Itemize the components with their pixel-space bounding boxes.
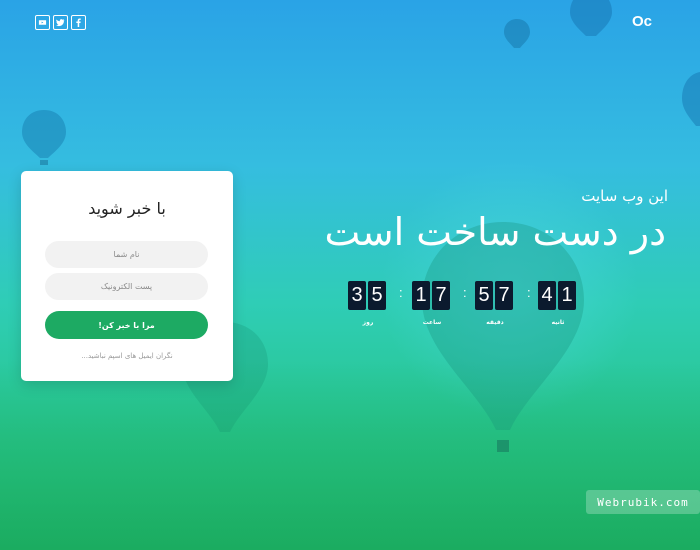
countdown-hours-label: ساعت — [422, 319, 442, 326]
countdown-digit: 1 — [558, 281, 576, 310]
countdown-minutes-label: دقیقه — [486, 319, 504, 326]
countdown-seconds: 4 1 ثانیه — [538, 281, 578, 326]
countdown-digit: 1 — [412, 281, 430, 310]
countdown-digit: 5 — [475, 281, 493, 310]
hero-headline: در دست ساخت است — [324, 210, 666, 254]
countdown-separator: : — [399, 285, 403, 300]
countdown-separator: : — [463, 285, 467, 300]
hero-subtitle: این وب سایت — [581, 187, 668, 205]
balloon-right-edge-image — [682, 72, 700, 126]
countdown-digit: 3 — [348, 281, 366, 310]
countdown-days-label: روز — [362, 319, 374, 326]
social-links — [35, 15, 86, 30]
landscape-hills — [0, 360, 700, 550]
countdown-digit: 5 — [368, 281, 386, 310]
countdown-hours: 1 7 ساعت — [412, 281, 452, 326]
twitter-icon — [56, 19, 65, 27]
email-input[interactable] — [45, 273, 208, 300]
countdown-separator: : — [527, 285, 531, 300]
countdown-minutes: 5 7 دقیقه — [475, 281, 515, 326]
notify-me-button[interactable]: مرا با خبر کن! — [45, 311, 208, 339]
logo[interactable]: Oc — [632, 13, 652, 30]
facebook-link[interactable] — [71, 15, 86, 30]
balloon-left-image — [22, 110, 66, 165]
balloon-top-right-image — [570, 0, 612, 36]
spam-note: نگران ایمیل های اسپم نباشید... — [81, 352, 173, 360]
countdown-days: 3 5 روز — [348, 281, 388, 326]
balloon-top-image — [504, 19, 530, 48]
subscribe-card: با خبر شوید مرا با خبر کن! نگران ایمیل ه… — [21, 171, 233, 381]
countdown-digit: 4 — [538, 281, 556, 310]
countdown-seconds-label: ثانیه — [551, 319, 565, 326]
name-input[interactable] — [45, 241, 208, 268]
twitter-link[interactable] — [53, 15, 68, 30]
countdown-digit: 7 — [432, 281, 450, 310]
countdown-digit: 7 — [495, 281, 513, 310]
youtube-link[interactable] — [35, 15, 50, 30]
form-title: با خبر شوید — [88, 199, 166, 218]
youtube-icon — [38, 20, 47, 25]
watermark: Webrubik.com — [586, 490, 700, 514]
facebook-icon — [76, 18, 81, 27]
